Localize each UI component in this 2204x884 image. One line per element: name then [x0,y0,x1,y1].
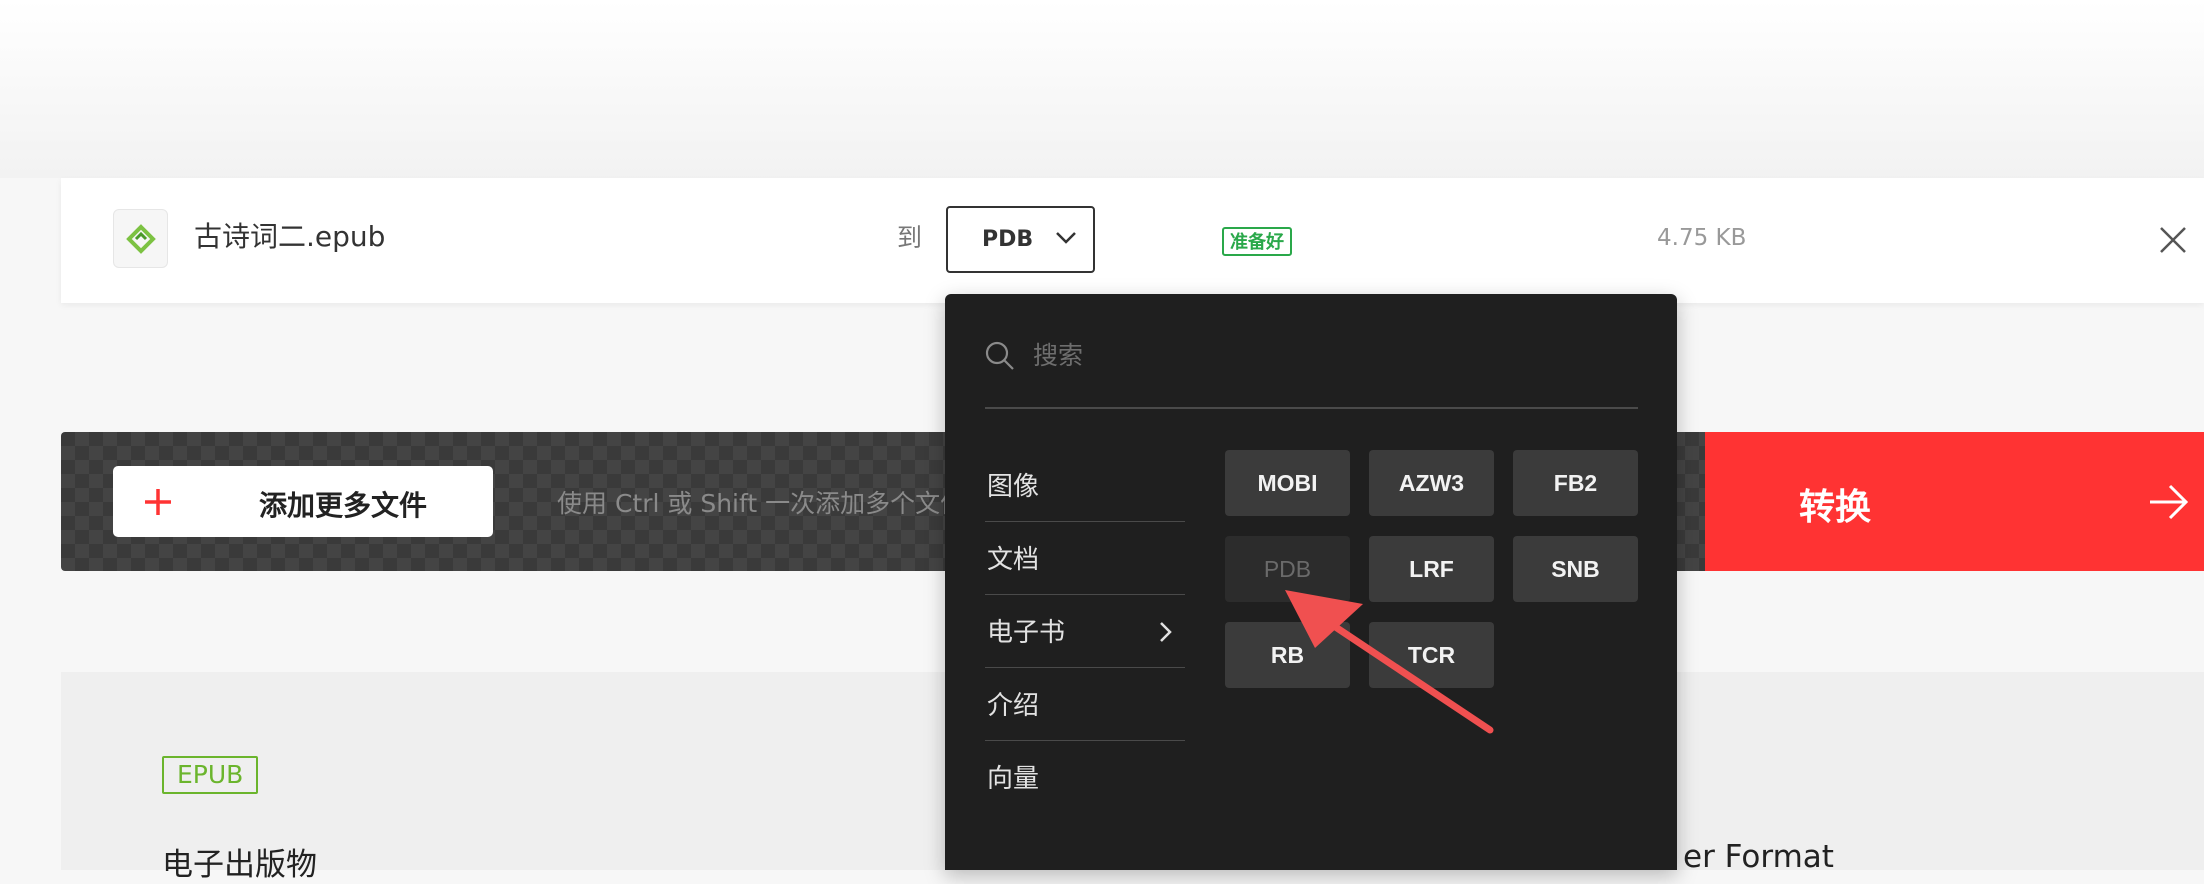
format-dropdown-panel: 图像 文档 电子书 介绍 向量 MOBI AZW3 FB2 PDB LRF SN… [945,294,1677,870]
category-images[interactable]: 图像 [985,449,1185,522]
add-more-files-label: 添加更多文件 [259,489,428,522]
to-label: 到 [897,223,923,252]
category-label: 介绍 [987,691,1040,721]
category-label: 文档 [987,545,1040,575]
annotation-arrow-icon [1285,590,1494,734]
category-ebooks[interactable]: 电子书 [985,595,1185,668]
arrow-right-icon [2148,482,2190,526]
multi-select-hint: 使用 Ctrl 或 Shift 一次添加多个文件 [557,489,966,518]
extension-tag: EPUB [162,756,259,794]
category-vector[interactable]: 向量 [985,741,1185,813]
format-select[interactable]: PDB [946,206,1095,273]
status-badge: 准备好 [1222,227,1292,256]
category-label: 电子书 [987,618,1066,648]
close-icon[interactable] [2158,225,2188,255]
category-label: 向量 [987,764,1040,794]
chevron-right-icon [1159,621,1173,647]
format-option-snb[interactable]: SNB [1513,536,1638,602]
file-name: 古诗词二.epub [194,220,386,253]
search-icon [985,341,1015,375]
format-select-value: PDB [982,227,1034,252]
category-presentations[interactable]: 介绍 [985,668,1185,741]
file-row: 古诗词二.epub 到 PDB 准备好 4.75 KB [61,178,2204,303]
file-size: 4.75 KB [1657,225,1747,251]
epub-file-icon [113,209,168,268]
convert-label: 转换 [1799,487,1872,528]
category-list: 图像 文档 电子书 介绍 向量 [985,449,1185,813]
format-option-azw3[interactable]: AZW3 [1369,450,1494,516]
extension-description: 电子出版物 [162,847,317,883]
format-search-input[interactable] [1031,334,1635,376]
category-label: 图像 [987,472,1040,502]
format-option-mobi[interactable]: MOBI [1225,450,1350,516]
add-more-files-button[interactable]: 添加更多文件 [113,466,493,537]
category-documents[interactable]: 文档 [985,522,1185,595]
page-header-area [0,0,2204,178]
search-divider [985,407,1638,409]
format-option-fb2[interactable]: FB2 [1513,450,1638,516]
chevron-down-icon [1055,230,1077,249]
plus-icon [143,487,173,521]
convert-button[interactable]: 转换 [1705,432,2204,571]
